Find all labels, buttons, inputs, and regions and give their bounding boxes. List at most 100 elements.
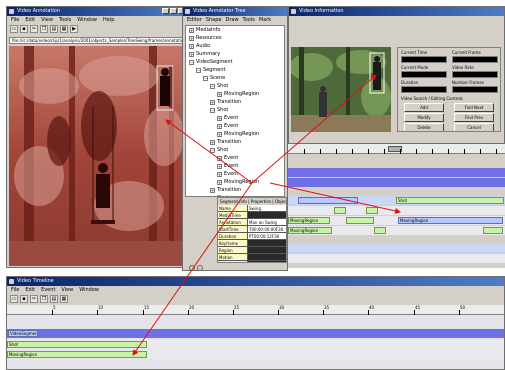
tree-node[interactable]: − Scene bbox=[186, 74, 284, 82]
bottom-menu-view[interactable]: View bbox=[61, 286, 73, 294]
tree-node[interactable]: −Shot bbox=[186, 82, 284, 90]
tree-node[interactable]: + Transition bbox=[186, 186, 284, 194]
expand-icon[interactable]: + bbox=[217, 123, 222, 129]
tree-node[interactable]: + Event bbox=[186, 154, 284, 162]
tree-node[interactable]: + Event bbox=[186, 122, 284, 130]
tree-node[interactable]: + Event bbox=[186, 170, 284, 178]
bottom-cut-icon[interactable]: ✂ bbox=[30, 295, 38, 303]
tree-node[interactable]: + MovingRegion bbox=[186, 178, 284, 186]
track-shot[interactable]: Shot bbox=[288, 196, 505, 205]
menu-draw[interactable]: Draw bbox=[225, 16, 238, 24]
region2-segment-b[interactable] bbox=[483, 227, 503, 234]
track-empty[interactable] bbox=[288, 254, 505, 263]
expand-icon[interactable]: + bbox=[217, 163, 222, 169]
tree-node[interactable]: + Transition bbox=[186, 138, 284, 146]
maximize-icon[interactable] bbox=[170, 8, 177, 14]
bottom-shot-segment[interactable]: Shot bbox=[7, 341, 147, 348]
bottom-open-icon[interactable]: ▭ bbox=[10, 295, 18, 303]
tree-node[interactable]: − VideoSegment bbox=[186, 58, 284, 66]
menu-editor[interactable]: Editor bbox=[187, 16, 202, 24]
property-row[interactable]: Motion bbox=[218, 254, 286, 261]
property-value[interactable] bbox=[248, 240, 286, 247]
tree-node[interactable]: + Resources bbox=[186, 34, 284, 42]
bottom-menu-event[interactable]: Event bbox=[41, 286, 55, 294]
expand-icon[interactable]: + bbox=[217, 131, 222, 137]
expand-icon[interactable]: + bbox=[189, 35, 194, 41]
expand-icon[interactable]: + bbox=[217, 115, 222, 121]
find-prev-button[interactable]: Find Prev bbox=[454, 113, 494, 122]
menu-file[interactable]: File bbox=[11, 16, 19, 24]
tree-node[interactable]: + Event bbox=[186, 162, 284, 170]
property-row[interactable]: Duration PT00:00:12F30 bbox=[218, 233, 286, 240]
grid-icon[interactable]: ▦ bbox=[60, 25, 68, 33]
bottom-grid-icon[interactable]: ▦ bbox=[60, 295, 68, 303]
tree-node[interactable]: + MovingRegion bbox=[186, 90, 284, 98]
menu-mark[interactable]: Mark bbox=[259, 16, 271, 24]
property-value[interactable]: Man on Swing bbox=[248, 219, 286, 226]
movingregion-segment-2[interactable] bbox=[346, 217, 374, 224]
info-titlebar[interactable]: Video Information bbox=[289, 7, 504, 16]
save-icon[interactable]: ▪ bbox=[20, 25, 28, 33]
add-button[interactable]: Add bbox=[404, 103, 444, 112]
property-value[interactable] bbox=[248, 247, 286, 254]
collapse-icon[interactable]: − bbox=[203, 75, 208, 81]
menu-edit[interactable]: Edit bbox=[25, 16, 35, 24]
property-value[interactable] bbox=[248, 212, 286, 219]
property-value[interactable]: PT00:00:12F30 bbox=[248, 233, 286, 240]
bottom-copy-icon[interactable]: ❐ bbox=[40, 295, 48, 303]
file-path-field[interactable]: file:///c:/data/video/clip/1/analysis/20… bbox=[9, 37, 185, 44]
track-scene[interactable] bbox=[288, 178, 505, 187]
shot-segment[interactable] bbox=[298, 197, 358, 204]
expand-icon[interactable]: + bbox=[217, 179, 222, 185]
hierarchy-titlebar[interactable]: Video Annotator Tree bbox=[183, 7, 287, 16]
property-value[interactable] bbox=[248, 254, 286, 261]
menu-view[interactable]: View bbox=[41, 16, 53, 24]
expand-icon[interactable]: + bbox=[210, 139, 215, 145]
zoom-in-icon[interactable] bbox=[189, 265, 195, 270]
bottom-menu-window[interactable]: Window bbox=[79, 286, 99, 294]
shot-segment-green[interactable]: Shot bbox=[396, 197, 504, 204]
cut-icon[interactable]: ✂ bbox=[30, 25, 38, 33]
paste-icon[interactable]: ▤ bbox=[50, 25, 58, 33]
main-timeline-ruler[interactable] bbox=[288, 144, 505, 154]
property-value[interactable] bbox=[248, 261, 286, 262]
bottom-track-videosegment[interactable]: VideoSegment bbox=[7, 329, 504, 338]
bottom-save-icon[interactable]: ▪ bbox=[20, 295, 28, 303]
modify-button[interactable]: Modify bbox=[404, 113, 444, 122]
property-row[interactable]: Region bbox=[218, 247, 286, 254]
track-event[interactable] bbox=[288, 206, 505, 215]
movingregion-segment-1[interactable]: MovingRegion bbox=[288, 217, 330, 224]
property-row[interactable]: MediaTime bbox=[218, 212, 286, 219]
event-segment-1[interactable] bbox=[334, 207, 346, 214]
cancel-button[interactable]: Cancel bbox=[454, 123, 494, 131]
minimize-icon[interactable] bbox=[162, 8, 169, 14]
properties-tabs[interactable]: Segment Info | Properties | Object Links… bbox=[218, 198, 286, 205]
collapse-icon[interactable]: − bbox=[210, 195, 215, 196]
open-icon[interactable]: ▭ bbox=[10, 25, 18, 33]
collapse-icon[interactable]: − bbox=[189, 59, 194, 65]
expand-icon[interactable]: + bbox=[217, 155, 222, 161]
tree-node[interactable]: + Audio bbox=[186, 42, 284, 50]
tree-node[interactable]: + Transition bbox=[186, 98, 284, 106]
collapse-icon[interactable]: − bbox=[210, 83, 215, 89]
menu-tools-2[interactable]: Tools bbox=[243, 16, 255, 24]
tree-node[interactable]: + MediaInfo bbox=[186, 26, 284, 34]
track-region-2[interactable]: MovingRegion bbox=[288, 226, 505, 235]
expand-icon[interactable]: + bbox=[210, 99, 215, 105]
delete-button[interactable]: Delete bbox=[404, 123, 444, 131]
video-frame-large[interactable] bbox=[9, 46, 185, 266]
expand-icon[interactable]: + bbox=[189, 51, 194, 57]
expand-icon[interactable]: + bbox=[210, 187, 215, 193]
collapse-icon[interactable]: − bbox=[210, 107, 215, 113]
track-movingregion[interactable]: MovingRegion MovingRegion bbox=[288, 216, 505, 225]
property-row[interactable]: Name Swing bbox=[218, 205, 286, 212]
movingregion-segment-4[interactable]: MovingRegion bbox=[288, 227, 332, 234]
expand-icon[interactable]: + bbox=[217, 171, 222, 177]
property-row[interactable]: Keyframe bbox=[218, 240, 286, 247]
bottom-timeline-ruler[interactable]: 5 10 15 20 25 30 35 40 45 50 bbox=[7, 305, 504, 315]
menu-help[interactable]: Help bbox=[103, 16, 114, 24]
main-window-titlebar[interactable]: Video Annotation bbox=[7, 7, 187, 16]
bottom-menu-file[interactable]: File bbox=[11, 286, 19, 294]
property-row[interactable]: Annotation Man on Swing bbox=[218, 219, 286, 226]
expand-icon[interactable]: + bbox=[189, 43, 194, 49]
